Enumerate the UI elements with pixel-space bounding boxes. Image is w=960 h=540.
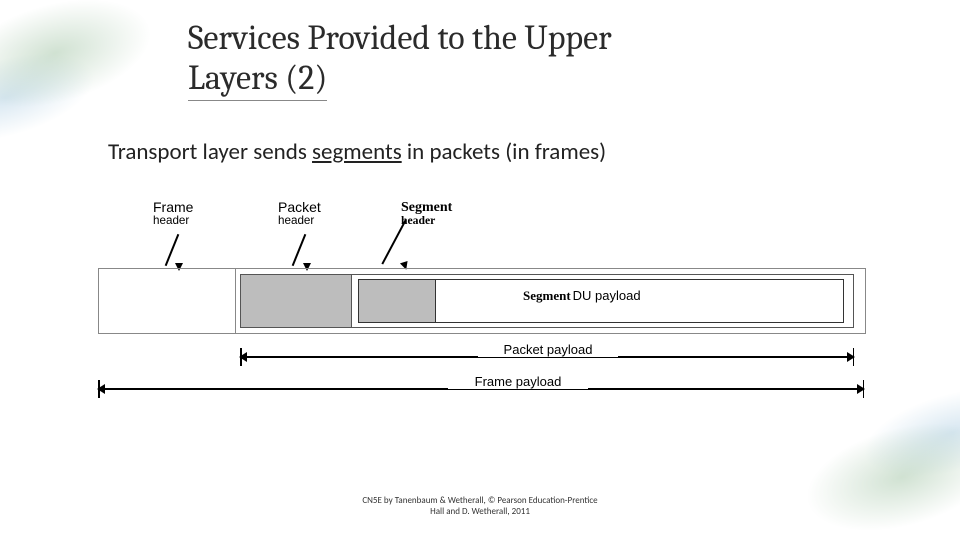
slide: Services Provided to the Upper Layers (2… xyxy=(0,0,960,540)
packet-header-cell xyxy=(241,275,352,327)
subtitle-post: in packets (in frames) xyxy=(402,138,606,166)
frame-header-label: Frame header xyxy=(153,200,193,228)
slide-title: Services Provided to the Upper Layers (2… xyxy=(188,18,828,101)
segment-header-label: Segment header xyxy=(401,200,452,228)
segment-header-cell xyxy=(359,280,436,322)
packet-header-label: Packet header xyxy=(278,200,321,228)
subtitle-underlined: segments xyxy=(312,138,402,166)
frame-payload-text: Frame payload xyxy=(448,374,588,389)
text: Frame xyxy=(153,199,193,215)
packet-payload-text: Packet payload xyxy=(478,342,618,357)
text: header xyxy=(153,215,193,228)
title-line-2: Layers (2) xyxy=(188,58,327,101)
title-line-1: Services Provided to the Upper xyxy=(188,18,612,58)
slide-subtitle: Transport layer sends segments in packet… xyxy=(108,138,606,166)
arrow-line-icon xyxy=(292,234,307,266)
text-du-payload: DU payload xyxy=(573,288,641,303)
text-segment: Segment xyxy=(523,288,571,303)
text: Packet xyxy=(278,199,321,215)
encapsulation-figure: Frame header Packet header Segment heade… xyxy=(98,200,868,410)
subtitle-pre: Transport layer sends xyxy=(108,138,312,166)
arrow-line-icon xyxy=(165,234,180,266)
arrow-line-icon xyxy=(381,219,406,264)
slide-footer: CN5E by Tanenbaum & Wetherall, © Pearson… xyxy=(0,496,960,518)
ruler-tick-icon xyxy=(853,348,855,366)
ruler-tick-icon xyxy=(863,380,865,398)
footer-line-1: CN5E by Tanenbaum & Wetherall, © Pearson… xyxy=(362,495,597,506)
text: header xyxy=(278,215,321,228)
frame-header-cell xyxy=(99,269,236,333)
footer-line-2: Hall and D. Wetherall, 2011 xyxy=(430,506,530,517)
text: header xyxy=(401,215,452,228)
segment-payload-label: SegmentDU payload xyxy=(523,288,641,304)
text: Segment xyxy=(401,200,452,215)
